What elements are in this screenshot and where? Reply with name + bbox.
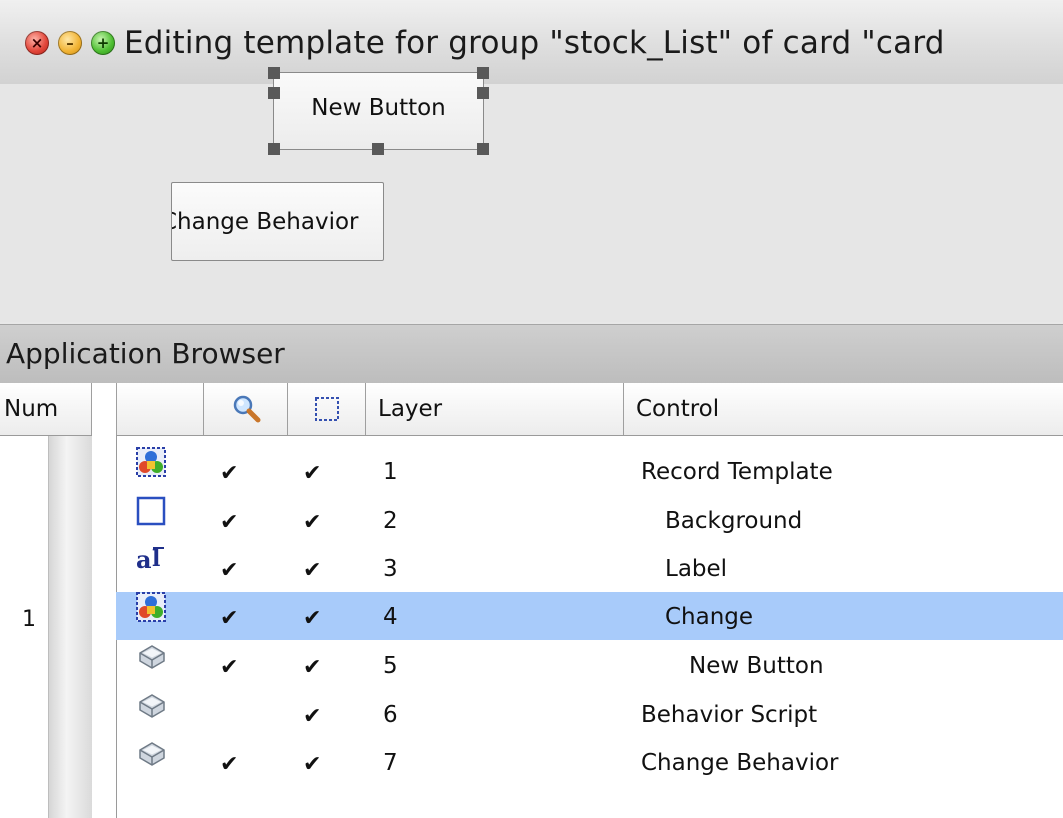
window-titlebar: × – + Editing template for group "stock_… xyxy=(0,0,1063,85)
resize-handle-bottom-center[interactable] xyxy=(372,143,384,155)
window-title: Editing template for group "stock_List" … xyxy=(124,25,945,61)
resize-handle-bottom-right[interactable] xyxy=(477,143,489,155)
visible-checkmark[interactable]: ✔ xyxy=(220,752,238,777)
layer-number: 3 xyxy=(383,556,398,582)
control-row[interactable]: a l ✔ ✔ 3 Label xyxy=(116,544,1063,592)
group-icon xyxy=(136,447,166,477)
layer-number: 6 xyxy=(383,701,398,728)
change-behavior-button[interactable]: Change Behavior xyxy=(171,182,384,261)
control-row[interactable]: ✔ ✔ 2 Background xyxy=(116,496,1063,544)
visible-checkmark[interactable]: ✔ xyxy=(220,558,238,583)
resize-handle-top-right[interactable] xyxy=(477,67,489,79)
control-name: Background xyxy=(665,507,803,534)
control-row[interactable]: ✔ 6 Behavior Script xyxy=(116,690,1063,738)
layer-number: 1 xyxy=(383,459,398,485)
column-headers: Num Layer Control xyxy=(0,383,1063,436)
graphic-rect-icon xyxy=(136,496,166,526)
change-behavior-label: Change Behavior xyxy=(171,208,359,235)
resize-handle-left-middle[interactable] xyxy=(268,87,280,99)
control-name: Behavior Script xyxy=(641,701,818,728)
control-name: New Button xyxy=(689,653,824,679)
control-name: Label xyxy=(665,556,728,582)
control-row[interactable]: ✔ ✔ 1 Record Template xyxy=(116,447,1063,495)
minimize-icon: – xyxy=(66,34,74,52)
selectable-checkmark[interactable]: ✔ xyxy=(303,461,321,486)
column-visible[interactable] xyxy=(204,383,288,435)
card-number: 1 xyxy=(22,607,36,632)
visible-checkmark[interactable]: ✔ xyxy=(220,606,238,631)
template-canvas[interactable] xyxy=(0,84,1063,322)
column-layer[interactable]: Layer xyxy=(366,383,624,435)
selectable-checkmark[interactable]: ✔ xyxy=(303,558,321,583)
selectable-checkmark[interactable]: ✔ xyxy=(303,704,321,729)
column-layer-label: Layer xyxy=(378,396,443,422)
selectable-checkmark[interactable]: ✔ xyxy=(303,655,321,680)
resize-handle-top-left[interactable] xyxy=(268,67,280,79)
column-icon[interactable] xyxy=(116,383,204,435)
control-row[interactable]: ✔ ✔ 7 Change Behavior xyxy=(116,738,1063,786)
new-button-label: New Button xyxy=(311,95,446,121)
application-browser-header: Application Browser xyxy=(0,324,1063,384)
control-name: Change xyxy=(665,603,754,630)
resize-handle-bottom-left[interactable] xyxy=(268,143,280,155)
column-divider xyxy=(92,383,116,818)
visible-checkmark[interactable]: ✔ xyxy=(220,510,238,535)
selectable-checkmark[interactable]: ✔ xyxy=(303,510,321,535)
svg-text:l: l xyxy=(152,546,160,572)
application-browser-title: Application Browser xyxy=(6,337,285,370)
layer-number: 7 xyxy=(383,750,398,776)
column-selectable[interactable] xyxy=(288,383,366,435)
button-icon xyxy=(136,690,166,720)
layer-number: 4 xyxy=(383,603,398,630)
selectable-checkmark[interactable]: ✔ xyxy=(303,606,321,631)
control-row[interactable]: ✔ ✔ 5 New Button xyxy=(116,641,1063,689)
selection-marquee-icon xyxy=(314,397,339,421)
selectable-checkmark[interactable]: ✔ xyxy=(303,752,321,777)
new-button-control[interactable]: New Button xyxy=(268,67,489,155)
visible-checkmark[interactable]: ✔ xyxy=(220,461,238,486)
button-icon xyxy=(136,641,166,671)
button-icon xyxy=(136,738,166,768)
close-window-button[interactable]: × xyxy=(25,31,49,55)
control-row[interactable]: ✔ ✔ 4 Change xyxy=(116,591,1063,640)
column-num[interactable]: Num xyxy=(0,383,92,435)
column-num-label: Num xyxy=(4,396,59,422)
close-icon: × xyxy=(30,34,44,52)
layer-number: 5 xyxy=(383,653,398,679)
layer-number: 2 xyxy=(383,507,398,534)
zoom-icon: + xyxy=(96,34,110,52)
magnifier-icon xyxy=(233,395,260,423)
zoom-window-button[interactable]: + xyxy=(91,31,115,55)
num-column xyxy=(0,436,93,818)
resize-handle-right-middle[interactable] xyxy=(477,87,489,99)
control-name: Change Behavior xyxy=(641,750,839,776)
column-control[interactable]: Control xyxy=(624,383,1063,435)
visible-checkmark[interactable]: ✔ xyxy=(220,655,238,680)
group-icon xyxy=(136,591,166,622)
label-field-icon: al xyxy=(136,544,166,574)
num-column-scroller[interactable] xyxy=(48,436,93,818)
column-control-label: Control xyxy=(636,396,720,422)
minimize-window-button[interactable]: – xyxy=(58,31,82,55)
control-name: Record Template xyxy=(641,459,833,485)
svg-text:a: a xyxy=(136,545,152,574)
